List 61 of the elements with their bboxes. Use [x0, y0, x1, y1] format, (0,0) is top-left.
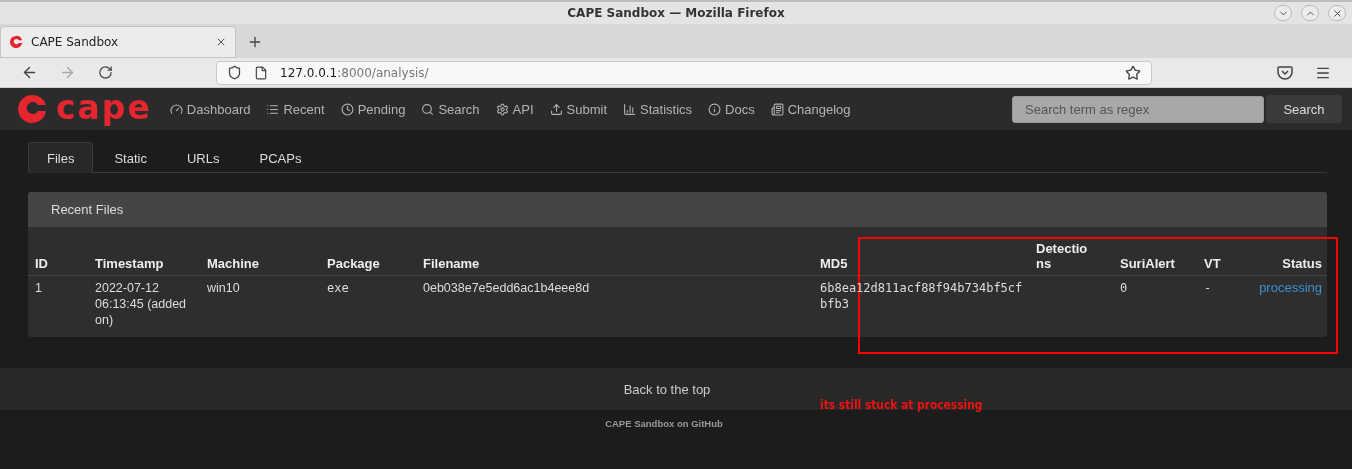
nav-link[interactable]: API	[495, 101, 534, 117]
logo-icon	[16, 93, 48, 125]
page-icon	[254, 65, 268, 80]
browser-tab[interactable]: CAPE Sandbox	[0, 26, 236, 58]
bookmark-star-icon[interactable]	[1125, 64, 1141, 81]
newspaper-icon	[770, 102, 784, 116]
annotation-text: its still stuck at processing	[820, 397, 983, 412]
tab[interactable]: Static	[95, 142, 166, 173]
shield-icon	[227, 65, 242, 80]
pocket-icon	[1277, 65, 1293, 80]
nav-link[interactable]: Search	[421, 101, 480, 117]
reload-icon	[97, 65, 113, 80]
table-cell: win10	[200, 275, 320, 328]
table-cell: 2022-07-12 06:13:45 (added on)	[88, 275, 200, 328]
list-icon	[266, 102, 280, 116]
info-icon	[708, 102, 722, 116]
nav-link[interactable]: Changelog	[770, 101, 851, 117]
nav-link[interactable]: Dashboard	[169, 101, 251, 117]
address-bar[interactable]: 127.0.0.1:8000/analysis/	[216, 60, 1152, 85]
nav-link[interactable]: Submit	[549, 101, 607, 117]
gauge-icon	[169, 102, 183, 116]
github-link[interactable]: CAPE Sandbox on GitHub	[605, 418, 723, 429]
status-link[interactable]: processing	[1254, 280, 1322, 296]
nav-link[interactable]: Pending	[340, 101, 406, 117]
column-header: Package	[320, 241, 416, 276]
close-button[interactable]	[1328, 5, 1346, 21]
column-header: Timestamp	[88, 241, 200, 276]
column-header: ID	[28, 241, 88, 276]
back-to-top-link[interactable]: Back to the top	[623, 381, 711, 397]
column-header: Filename	[416, 241, 813, 276]
nav-link[interactable]: Docs	[708, 101, 755, 117]
table-cell: -	[1197, 275, 1247, 328]
table-cell: 0	[1113, 275, 1197, 328]
column-header: SuriAlert	[1113, 241, 1197, 276]
bar-chart-icon	[623, 102, 636, 116]
table-cell: 1	[28, 275, 88, 328]
panel-title: Recent Files	[51, 202, 124, 217]
tab-title: CAPE Sandbox	[31, 35, 120, 49]
tab[interactable]: URLs	[167, 142, 239, 173]
close-icon[interactable]	[215, 36, 227, 48]
tab[interactable]: Files	[28, 142, 94, 173]
column-header: MD5	[813, 241, 1029, 276]
column-header: Machine	[200, 241, 320, 276]
nav-link[interactable]: Recent	[266, 101, 325, 117]
search-icon	[421, 102, 435, 116]
plus-icon	[247, 34, 263, 50]
search-field[interactable]: Search term as regex	[1012, 95, 1264, 123]
table-cell: exe	[320, 275, 416, 328]
column-header: VT	[1197, 241, 1247, 276]
settings-icon	[495, 102, 509, 116]
tab[interactable]: PCAPs	[240, 142, 321, 173]
tab-favicon-icon	[9, 35, 23, 49]
close-icon	[1331, 7, 1343, 19]
upload-icon	[549, 102, 563, 116]
window-title: CAPE Sandbox — Mozilla Firefox	[567, 6, 785, 20]
column-header: Detections	[1029, 241, 1113, 276]
table-cell: 0eb038e7e5edd6ac1b4eee8d	[416, 275, 813, 328]
clock-icon	[340, 102, 354, 116]
search-button[interactable]: Search	[1266, 95, 1342, 123]
column-header: Status	[1247, 241, 1327, 276]
nav-link[interactable]: Statistics	[623, 101, 693, 117]
